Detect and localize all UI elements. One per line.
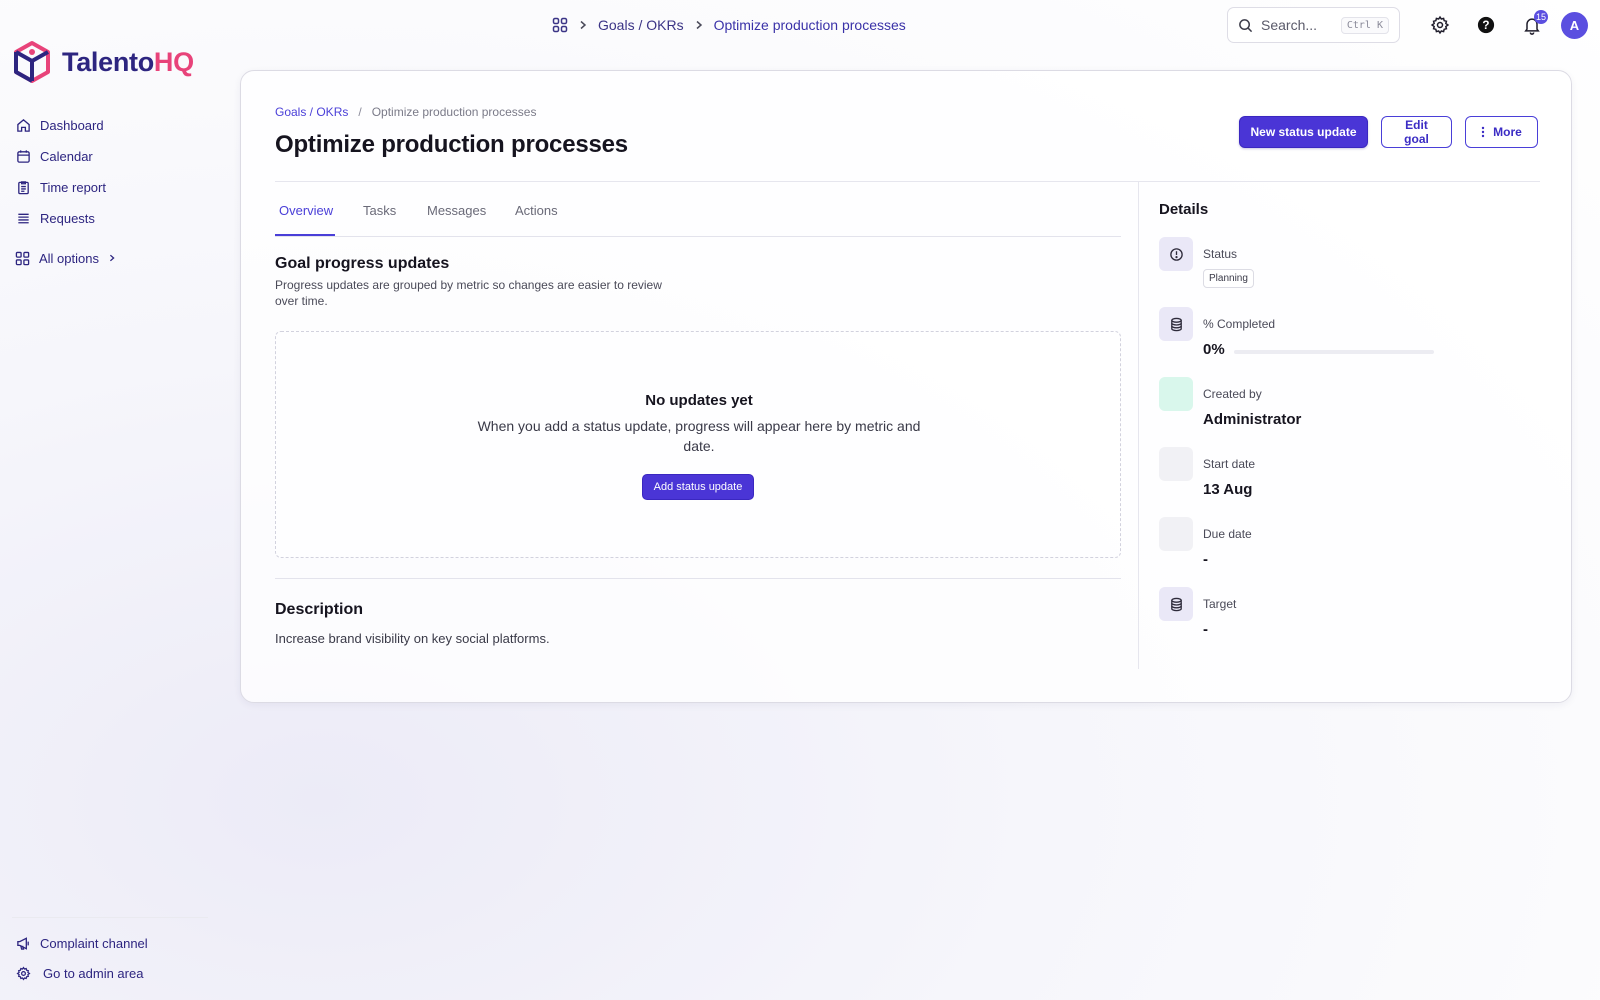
calendar-icon	[15, 149, 31, 165]
start-date-value: 13 Aug	[1203, 481, 1253, 498]
all-options-label: All options	[39, 250, 99, 266]
sidebar-nav: Dashboard Calendar Time report Requests	[15, 110, 106, 234]
goal-card: Goals / OKRs / Optimize production proce…	[240, 70, 1572, 703]
due-date-icon-placeholder	[1159, 517, 1193, 551]
empty-state: No updates yet When you add a status upd…	[275, 331, 1121, 558]
sidebar-item-label: Calendar	[40, 149, 93, 164]
created-by-value: Administrator	[1203, 411, 1302, 428]
notification-badge: 15	[1533, 10, 1548, 24]
user-avatar[interactable]: A	[1561, 12, 1588, 39]
section-divider	[275, 578, 1121, 579]
more-button[interactable]: More	[1465, 116, 1538, 148]
sidebar-item-complaint-channel[interactable]: Complaint channel	[15, 928, 148, 958]
clock-icon	[1159, 237, 1193, 271]
add-status-update-button[interactable]: Add status update	[642, 474, 754, 500]
page-title: Optimize production processes	[275, 131, 628, 158]
breadcrumb-current: Optimize production processes	[371, 105, 537, 119]
details-title: Details	[1159, 201, 1209, 218]
status-badge: Planning	[1203, 269, 1254, 288]
created-by-label: Created by	[1203, 387, 1262, 401]
start-date-label: Start date	[1203, 457, 1256, 471]
tab-messages[interactable]: Messages	[427, 203, 486, 218]
details-divider	[1138, 181, 1139, 669]
due-date-value: -	[1203, 551, 1208, 568]
target-label: Target	[1203, 597, 1237, 611]
status-label: Status	[1203, 247, 1238, 261]
list-icon	[15, 211, 31, 227]
svg-text:?: ?	[1482, 19, 1489, 32]
kebab-menu-icon	[1481, 126, 1485, 138]
progress-section-description: Progress updates are grouped by metric s…	[275, 278, 662, 308]
logo-cube-icon	[12, 40, 52, 84]
sidebar-bottom: Complaint channel Go to admin area	[15, 928, 148, 988]
search-placeholder: Search...	[1261, 17, 1318, 33]
sidebar-item-requests[interactable]: Requests	[15, 203, 106, 234]
tab-bar: Overview Tasks Messages Actions	[275, 181, 1121, 237]
settings-gear-icon[interactable]	[1428, 13, 1452, 37]
description-text: Increase brand visibility on key social …	[275, 631, 550, 646]
sidebar-item-admin-area[interactable]: Go to admin area	[15, 958, 148, 988]
help-icon[interactable]: ?	[1474, 13, 1498, 37]
search-icon	[1238, 18, 1253, 33]
breadcrumb: Goals / OKRs / Optimize production proce…	[275, 105, 536, 119]
notifications-bell-icon[interactable]: 15	[1520, 10, 1548, 37]
empty-state-message: When you add a status update, progress w…	[477, 418, 921, 454]
sidebar-item-label: Requests	[40, 211, 95, 226]
app-logo[interactable]: TalentoHQ	[12, 40, 194, 84]
clipboard-icon	[15, 180, 31, 196]
sidebar-item-dashboard[interactable]: Dashboard	[15, 110, 106, 141]
apps-grid-icon[interactable]	[552, 17, 568, 33]
progress-section-title: Goal progress updates	[275, 255, 450, 272]
database-icon	[1159, 587, 1193, 621]
chevron-right-icon	[578, 20, 588, 30]
header-actions: New status update Edit goal More	[1239, 116, 1538, 148]
tab-tasks[interactable]: Tasks	[363, 203, 396, 218]
start-date-icon-placeholder	[1159, 447, 1193, 481]
description-title: Description	[275, 601, 364, 618]
home-icon	[15, 118, 31, 134]
sidebar-item-time-report[interactable]: Time report	[15, 172, 106, 203]
breadcrumb-goals-link[interactable]: Goals / OKRs	[275, 105, 348, 119]
sidebar-item-label: Time report	[40, 180, 106, 195]
creator-avatar-placeholder	[1159, 377, 1193, 411]
search-shortcut-hint: Ctrl K	[1340, 16, 1389, 34]
top-breadcrumb-goals[interactable]: Goals / OKRs	[598, 17, 684, 33]
active-tab-indicator	[275, 234, 335, 236]
top-breadcrumb: Goals / OKRs Optimize production process…	[552, 14, 906, 36]
search-input[interactable]: Search... Ctrl K	[1227, 7, 1400, 43]
empty-state-title: No updates yet	[645, 392, 753, 409]
database-icon	[1159, 307, 1193, 341]
megaphone-icon	[15, 935, 31, 951]
top-breadcrumb-current[interactable]: Optimize production processes	[714, 17, 906, 33]
chevron-right-icon	[694, 20, 704, 30]
gear-icon	[15, 965, 31, 981]
completed-progress-bar	[1234, 350, 1434, 354]
chevron-right-icon	[108, 254, 116, 262]
sidebar-item-label: Dashboard	[40, 118, 104, 133]
sidebar-item-label: Complaint channel	[40, 935, 148, 951]
tab-overview[interactable]: Overview	[279, 203, 333, 218]
tab-actions[interactable]: Actions	[515, 203, 558, 218]
sidebar-item-label: Go to admin area	[43, 965, 144, 981]
sidebar-divider	[12, 917, 208, 918]
edit-goal-button[interactable]: Edit goal	[1381, 116, 1452, 148]
logo-wordmark: TalentoHQ	[62, 46, 194, 77]
top-bar: Goals / OKRs Optimize production process…	[0, 0, 1600, 50]
breadcrumb-separator: /	[358, 105, 362, 119]
sidebar-item-calendar[interactable]: Calendar	[15, 141, 106, 172]
sidebar-all-options[interactable]: All options	[15, 248, 116, 268]
due-date-label: Due date	[1203, 527, 1252, 541]
grid-icon	[15, 251, 30, 266]
new-status-update-button[interactable]: New status update	[1239, 116, 1368, 148]
completed-label: % Completed	[1203, 317, 1276, 331]
target-value: -	[1203, 621, 1208, 638]
more-button-label: More	[1493, 125, 1522, 139]
completed-value: 0%	[1203, 341, 1225, 358]
